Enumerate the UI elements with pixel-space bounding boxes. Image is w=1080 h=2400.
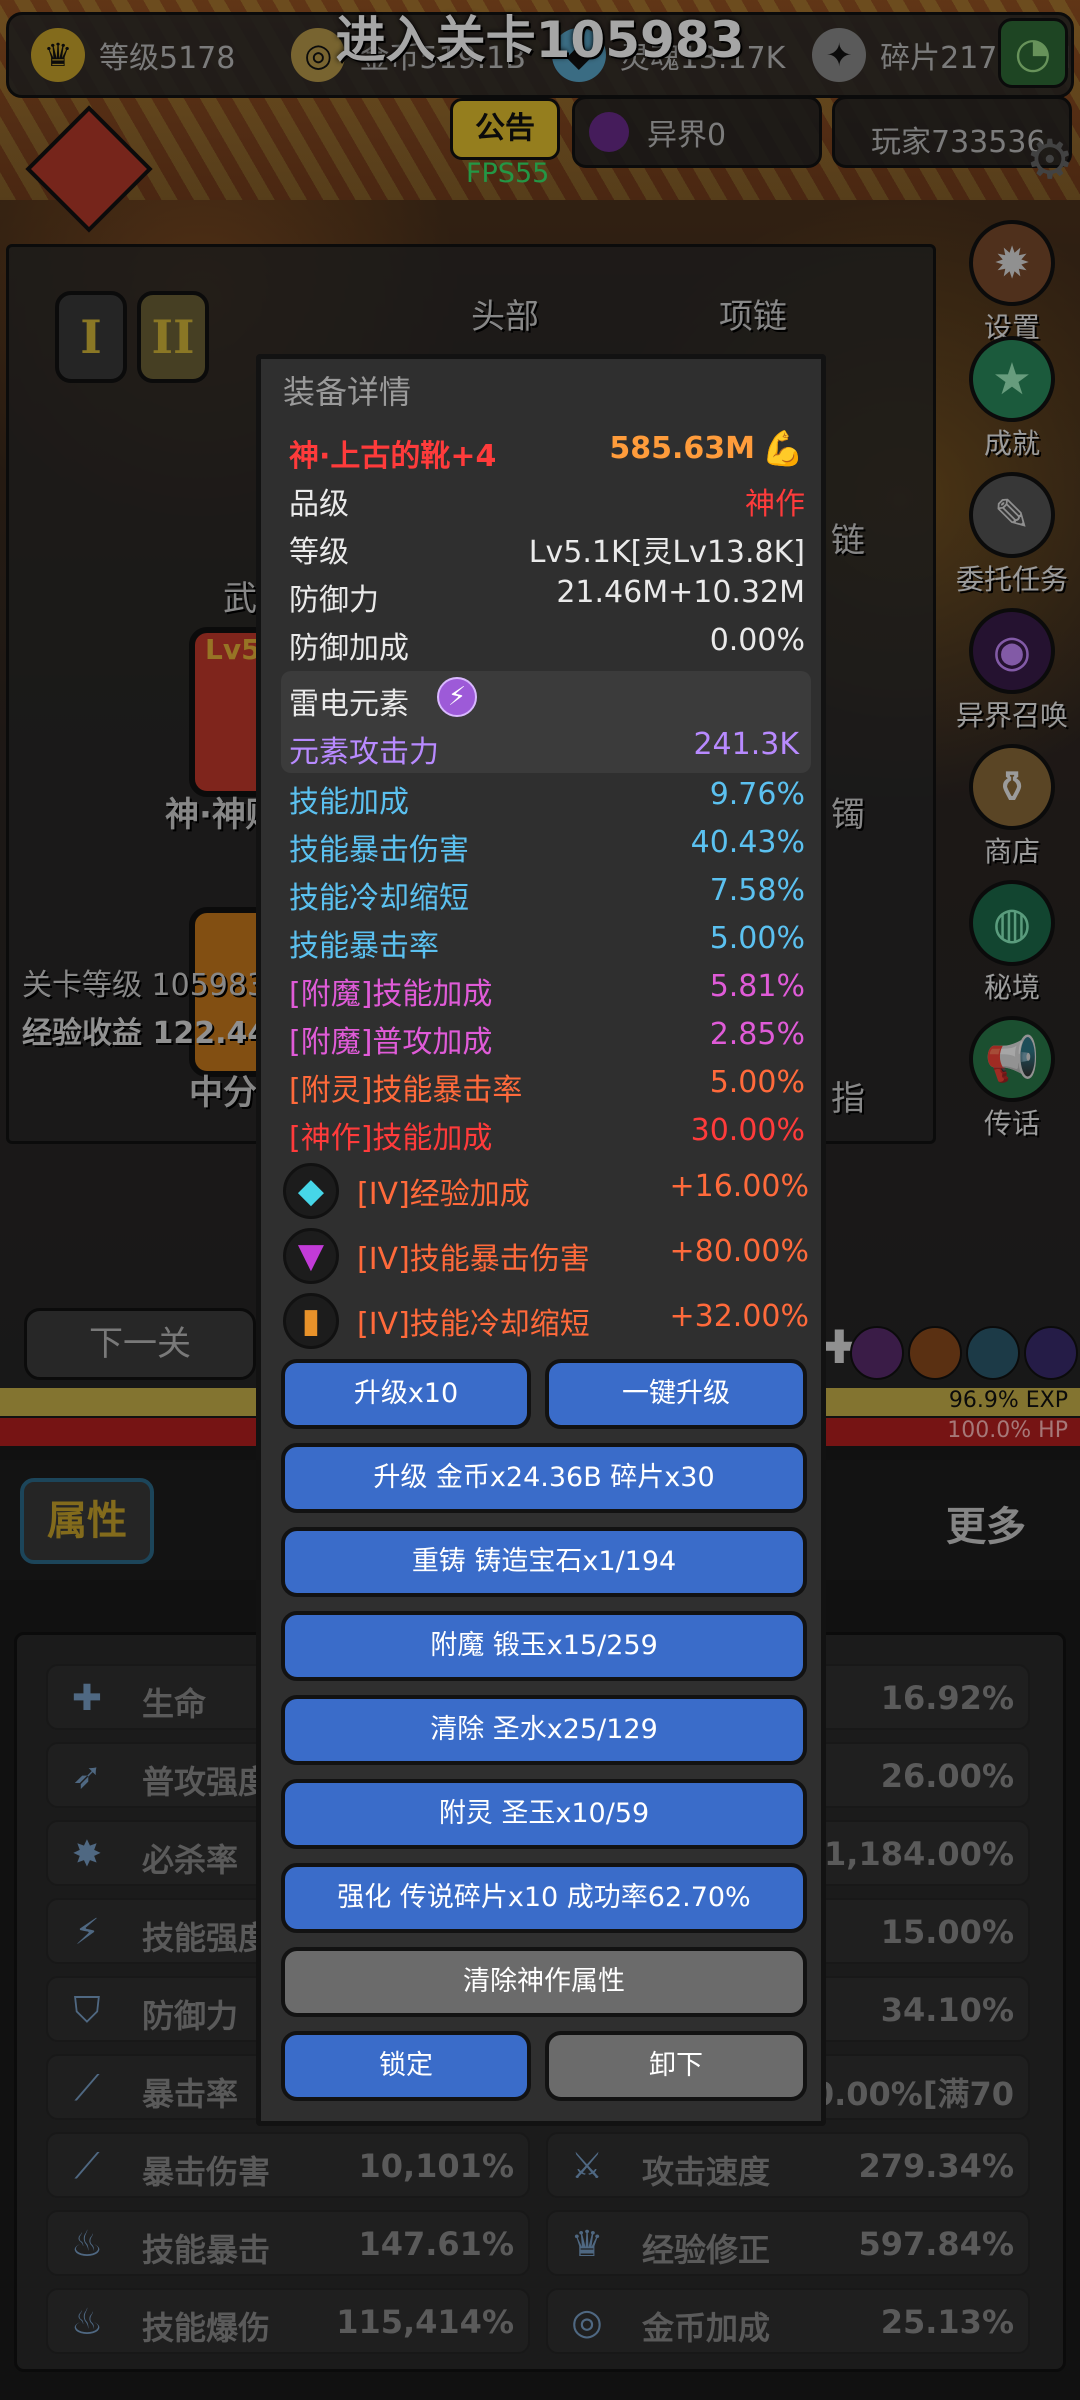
gem-row[interactable]: ◆ [IV]经验加成 +16.00% — [283, 1163, 809, 1219]
strengthen-button[interactable]: 强化 传说碎片x10 成功率62.70% — [281, 1863, 807, 1933]
diamond-gem-icon: ◆ — [283, 1163, 339, 1219]
stat-value: Lv5.1K[灵Lv13.8K] — [528, 535, 805, 570]
bonus-label: [附灵]技能暴击率 — [289, 1073, 523, 1108]
gem-row[interactable]: ▼ [IV]技能暴击伤害 +80.00% — [283, 1228, 809, 1284]
equipment-detail-modal: 装备详情 神·上古的靴+4 585.63M 💪 品级 神作等级 Lv5.1K[灵Lv… — [256, 354, 826, 2126]
bonus-value: 5.00% — [709, 1065, 805, 1100]
element-section: 雷电元素 ⚡ 元素攻击力 241.3K — [281, 671, 811, 773]
muscle-icon: 💪 — [761, 429, 805, 469]
gem-row[interactable]: ▮ [IV]技能冷却缩短 +32.00% — [283, 1293, 809, 1349]
bonus-stat-row: [神作]技能加成 30.00% — [289, 1113, 805, 1157]
bonus-stat-row: 技能暴击伤害 40.43% — [289, 825, 805, 869]
bonus-value: 30.00% — [690, 1113, 805, 1148]
stat-label: 等级 — [289, 535, 349, 570]
stat-value: 21.46M+10.32M — [556, 575, 805, 610]
clear-button[interactable]: 清除 圣水x25/129 — [281, 1695, 807, 1765]
gem-label: [IV]技能暴击伤害 — [357, 1242, 590, 1277]
item-header-row: 神·上古的靴+4 585.63M 💪 — [289, 429, 805, 475]
bonus-value: 2.85% — [709, 1017, 805, 1052]
bonus-stat-row: [附魔]技能加成 5.81% — [289, 969, 805, 1013]
bonus-value: 5.81% — [709, 969, 805, 1004]
reforge-button[interactable]: 重铸 铸造宝石x1/194 — [281, 1527, 807, 1597]
element-attack-value: 241.3K — [693, 727, 799, 762]
upgrade-x10-button[interactable]: 升级x10 — [281, 1359, 531, 1429]
bonus-stat-row: 技能加成 9.76% — [289, 777, 805, 821]
modal-title: 装备详情 — [283, 373, 412, 411]
gem-value: +80.00% — [669, 1234, 809, 1269]
bonus-stat-row: [附魔]普攻加成 2.85% — [289, 1017, 805, 1061]
element-attack-row: 元素攻击力 241.3K — [289, 727, 799, 771]
bonus-stat-row: 技能冷却缩短 7.58% — [289, 873, 805, 917]
bonus-label: [附魔]技能加成 — [289, 977, 493, 1012]
bonus-label: [附魔]普攻加成 — [289, 1025, 493, 1060]
cup-gem-icon: ▼ — [283, 1228, 339, 1284]
item-name: 神·上古的靴+4 — [289, 439, 497, 474]
element-name-row: 雷电元素 — [289, 679, 799, 723]
bonus-value: 5.00% — [709, 921, 805, 956]
gem-label: [IV]经验加成 — [357, 1177, 530, 1212]
clear-divine-button[interactable]: 清除神作属性 — [281, 1947, 807, 2017]
bonus-label: 技能加成 — [289, 785, 409, 820]
stat-label: 品级 — [289, 487, 349, 522]
base-stat-row: 等级 Lv5.1K[灵Lv13.8K] — [289, 527, 805, 571]
base-stat-row: 防御力 21.46M+10.32M — [289, 575, 805, 619]
upgrade-button[interactable]: 升级 金币x24.36B 碎片x30 — [281, 1443, 807, 1513]
bonus-stat-row: [附灵]技能暴击率 5.00% — [289, 1065, 805, 1109]
bonus-stat-row: 技能暴击率 5.00% — [289, 921, 805, 965]
enchant-button[interactable]: 附魔 锻玉x15/259 — [281, 1611, 807, 1681]
lightning-element-icon: ⚡ — [437, 677, 477, 717]
amber-gem-icon: ▮ — [283, 1293, 339, 1349]
bonus-label: 技能冷却缩短 — [289, 881, 469, 916]
bonus-value: 9.76% — [709, 777, 805, 812]
gem-label: [IV]技能冷却缩短 — [357, 1307, 590, 1342]
element-name: 雷电元素 — [289, 687, 409, 722]
gem-value: +16.00% — [669, 1169, 809, 1204]
stat-label: 防御加成 — [289, 631, 409, 666]
spirit-button[interactable]: 附灵 圣玉x10/59 — [281, 1779, 807, 1849]
gem-value: +32.00% — [669, 1299, 809, 1334]
lock-button[interactable]: 锁定 — [281, 2031, 531, 2101]
stat-label: 防御力 — [289, 583, 379, 618]
bonus-label: 技能暴击率 — [289, 929, 439, 964]
stat-value: 神作 — [745, 487, 805, 522]
base-stat-row: 品级 神作 — [289, 479, 805, 523]
stat-value: 0.00% — [709, 623, 805, 658]
element-attack-label: 元素攻击力 — [289, 735, 439, 770]
base-stat-row: 防御加成 0.00% — [289, 623, 805, 667]
upgrade-all-button[interactable]: 一键升级 — [545, 1359, 807, 1429]
bonus-value: 7.58% — [709, 873, 805, 908]
bonus-label: 技能暴击伤害 — [289, 833, 469, 868]
bonus-label: [神作]技能加成 — [289, 1121, 493, 1156]
unequip-button[interactable]: 卸下 — [545, 2031, 807, 2101]
bonus-value: 40.43% — [690, 825, 805, 860]
